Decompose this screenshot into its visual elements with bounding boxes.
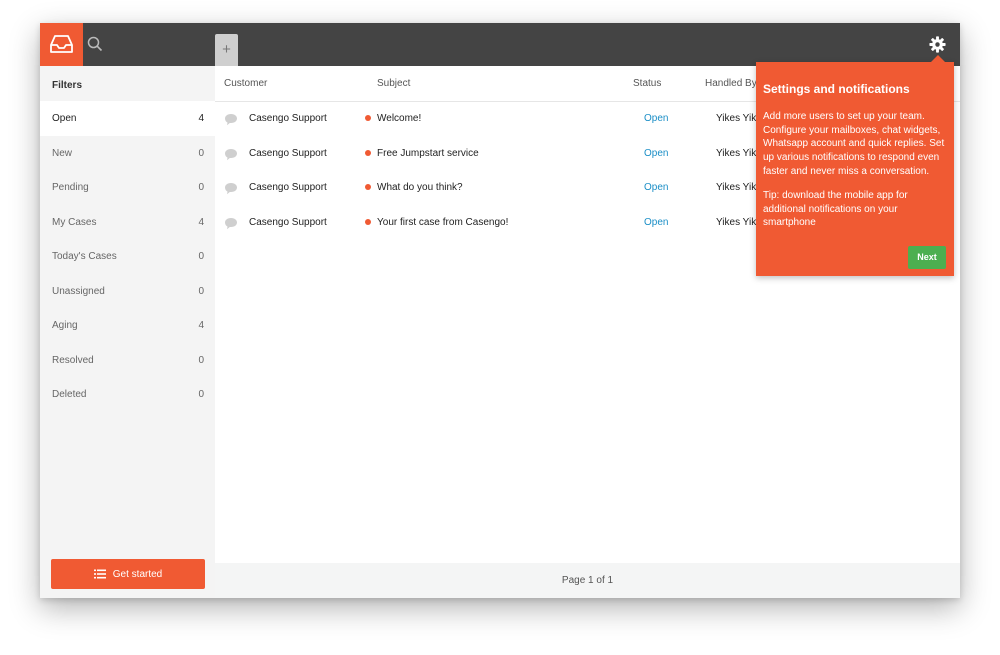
customer-cell: Casengo Support (249, 216, 327, 228)
customer-cell: Casengo Support (249, 182, 327, 193)
filter-count: 0 (198, 285, 204, 297)
status-cell: Open (644, 216, 669, 228)
column-header-subject[interactable]: Subject (377, 78, 410, 89)
filter-item-aging[interactable]: Aging 4 (40, 308, 215, 343)
priority-dot (365, 149, 371, 156)
filter-item-open[interactable]: Open 4 (40, 101, 215, 136)
filter-count: 0 (198, 147, 204, 159)
filter-item-todays-cases[interactable]: Today's Cases 0 (40, 239, 215, 274)
filters-title: Filters (52, 80, 83, 91)
subject-cell: Free Jumpstart service (377, 147, 479, 159)
inbox-icon (50, 35, 73, 53)
subject-cell: Your first case from Casengo! (377, 216, 509, 228)
filter-count: 4 (198, 216, 204, 228)
filter-count: 0 (198, 354, 204, 366)
settings-notifications-popover: Settings and notifications Add more user… (756, 55, 954, 276)
filter-item-resolved[interactable]: Resolved 0 (40, 343, 215, 378)
column-header-status[interactable]: Status (633, 78, 661, 89)
filter-count: 4 (198, 320, 204, 331)
add-tab-button[interactable]: + (215, 34, 238, 66)
status-cell: Open (644, 147, 669, 159)
filter-count: 4 (198, 113, 204, 124)
column-header-customer[interactable]: Customer (224, 78, 267, 89)
filter-label: My Cases (52, 216, 97, 228)
popover-arrow (931, 55, 945, 62)
popover-tip: Tip: download the mobile app for additio… (763, 190, 908, 229)
list-icon (93, 569, 106, 579)
filter-item-deleted[interactable]: Deleted 0 (40, 377, 215, 412)
subject-cell: What do you think? (377, 182, 463, 193)
get-started-label: Get started (112, 568, 163, 580)
filter-label: Resolved (52, 354, 94, 366)
next-button[interactable]: Next (908, 246, 946, 269)
filter-count: 0 (198, 251, 204, 262)
customer-cell: Casengo Support (249, 113, 327, 124)
filters-sidebar: Filters Open 4 New 0 Pending 0 My Cases … (40, 66, 215, 598)
filter-list: Open 4 New 0 Pending 0 My Cases 4 Today'… (40, 101, 215, 412)
gear-icon[interactable] (929, 36, 946, 53)
top-bar: + (40, 23, 960, 66)
filter-item-my-cases[interactable]: My Cases 4 (40, 205, 215, 240)
filter-label: Open (52, 113, 77, 124)
chat-bubble-icon (225, 217, 237, 229)
filter-item-unassigned[interactable]: Unassigned 0 (40, 274, 215, 309)
filter-label: Aging (52, 320, 78, 331)
filter-item-pending[interactable]: Pending 0 (40, 170, 215, 205)
column-header-handled-by[interactable]: Handled By (705, 78, 757, 89)
get-started-button[interactable]: Get started (51, 559, 205, 589)
filter-count: 0 (198, 389, 204, 400)
popover-body: Add more users to set up your team. Conf… (763, 111, 945, 177)
filter-label: Pending (52, 182, 89, 193)
filter-count: 0 (198, 182, 204, 193)
filter-label: New (52, 147, 73, 159)
chat-bubble-icon (225, 148, 237, 160)
filter-item-new[interactable]: New 0 (40, 136, 215, 171)
status-cell: Open (644, 182, 669, 193)
priority-dot (365, 184, 371, 190)
popover-title: Settings and notifications (763, 82, 910, 96)
status-cell: Open (644, 113, 669, 124)
chat-bubble-icon (225, 183, 237, 195)
inbox-logo-button[interactable] (40, 23, 83, 66)
search-icon[interactable] (87, 36, 103, 52)
pagination: Page 1 of 1 (215, 563, 960, 598)
chat-bubble-icon (225, 114, 237, 126)
filter-label: Today's Cases (52, 251, 117, 262)
filter-label: Deleted (52, 389, 87, 400)
priority-dot (365, 115, 371, 121)
priority-dot (365, 218, 371, 225)
customer-cell: Casengo Support (249, 147, 327, 159)
subject-cell: Welcome! (377, 113, 422, 124)
filter-label: Unassigned (52, 285, 105, 297)
